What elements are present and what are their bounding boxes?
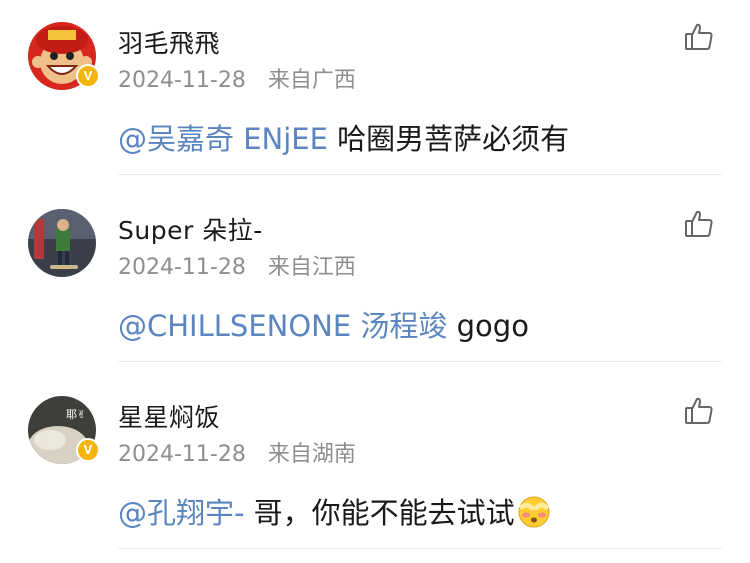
divider <box>118 548 722 549</box>
comment-location: 来自广西 <box>267 68 356 93</box>
comment-meta: 2024-11-28 来自广西 <box>118 62 356 94</box>
comment-date: 2024-11-28 <box>118 255 246 280</box>
username[interactable]: 羽毛飛飛 <box>118 24 220 60</box>
divider <box>118 174 722 175</box>
comment-date: 2024-11-28 <box>118 442 246 467</box>
comment-body: gogo <box>447 309 529 343</box>
avatar-text: 耶✌ <box>66 408 86 421</box>
verified-badge-icon: V <box>76 438 100 462</box>
verified-badge-icon: V <box>76 64 100 88</box>
comment-text: @孔翔宇- 哥，你能不能去试试 <box>118 490 551 536</box>
thumbs-up-icon[interactable] <box>684 22 714 52</box>
shy-face-emoji-icon <box>517 495 551 536</box>
divider <box>118 361 722 362</box>
username[interactable]: Super 朵拉- <box>118 211 263 247</box>
comment-text: @吴嘉奇 ENjEE 哈圈男菩萨必须有 <box>118 116 569 158</box>
comment-body: 哥，你能不能去试试 <box>244 496 515 530</box>
username[interactable]: 星星焖饭 <box>118 398 220 434</box>
mention-link[interactable]: @吴嘉奇 ENjEE <box>118 122 328 156</box>
mention-link[interactable]: @CHILLSENONE 汤程竣 <box>118 309 447 343</box>
comment-date: 2024-11-28 <box>118 68 246 93</box>
comment-location: 来自湖南 <box>267 442 356 467</box>
mention-link[interactable]: @孔翔宇- <box>118 496 244 530</box>
thumbs-up-icon[interactable] <box>684 209 714 239</box>
thumbs-up-icon[interactable] <box>684 396 714 426</box>
comment-meta: 2024-11-28 来自江西 <box>118 249 356 281</box>
comment-text: @CHILLSENONE 汤程竣 gogo <box>118 303 529 345</box>
comment-body: 哈圈男菩萨必须有 <box>327 122 570 156</box>
avatar[interactable] <box>28 209 96 277</box>
comment-location: 来自江西 <box>267 255 356 280</box>
comment-meta: 2024-11-28 来自湖南 <box>118 436 356 468</box>
